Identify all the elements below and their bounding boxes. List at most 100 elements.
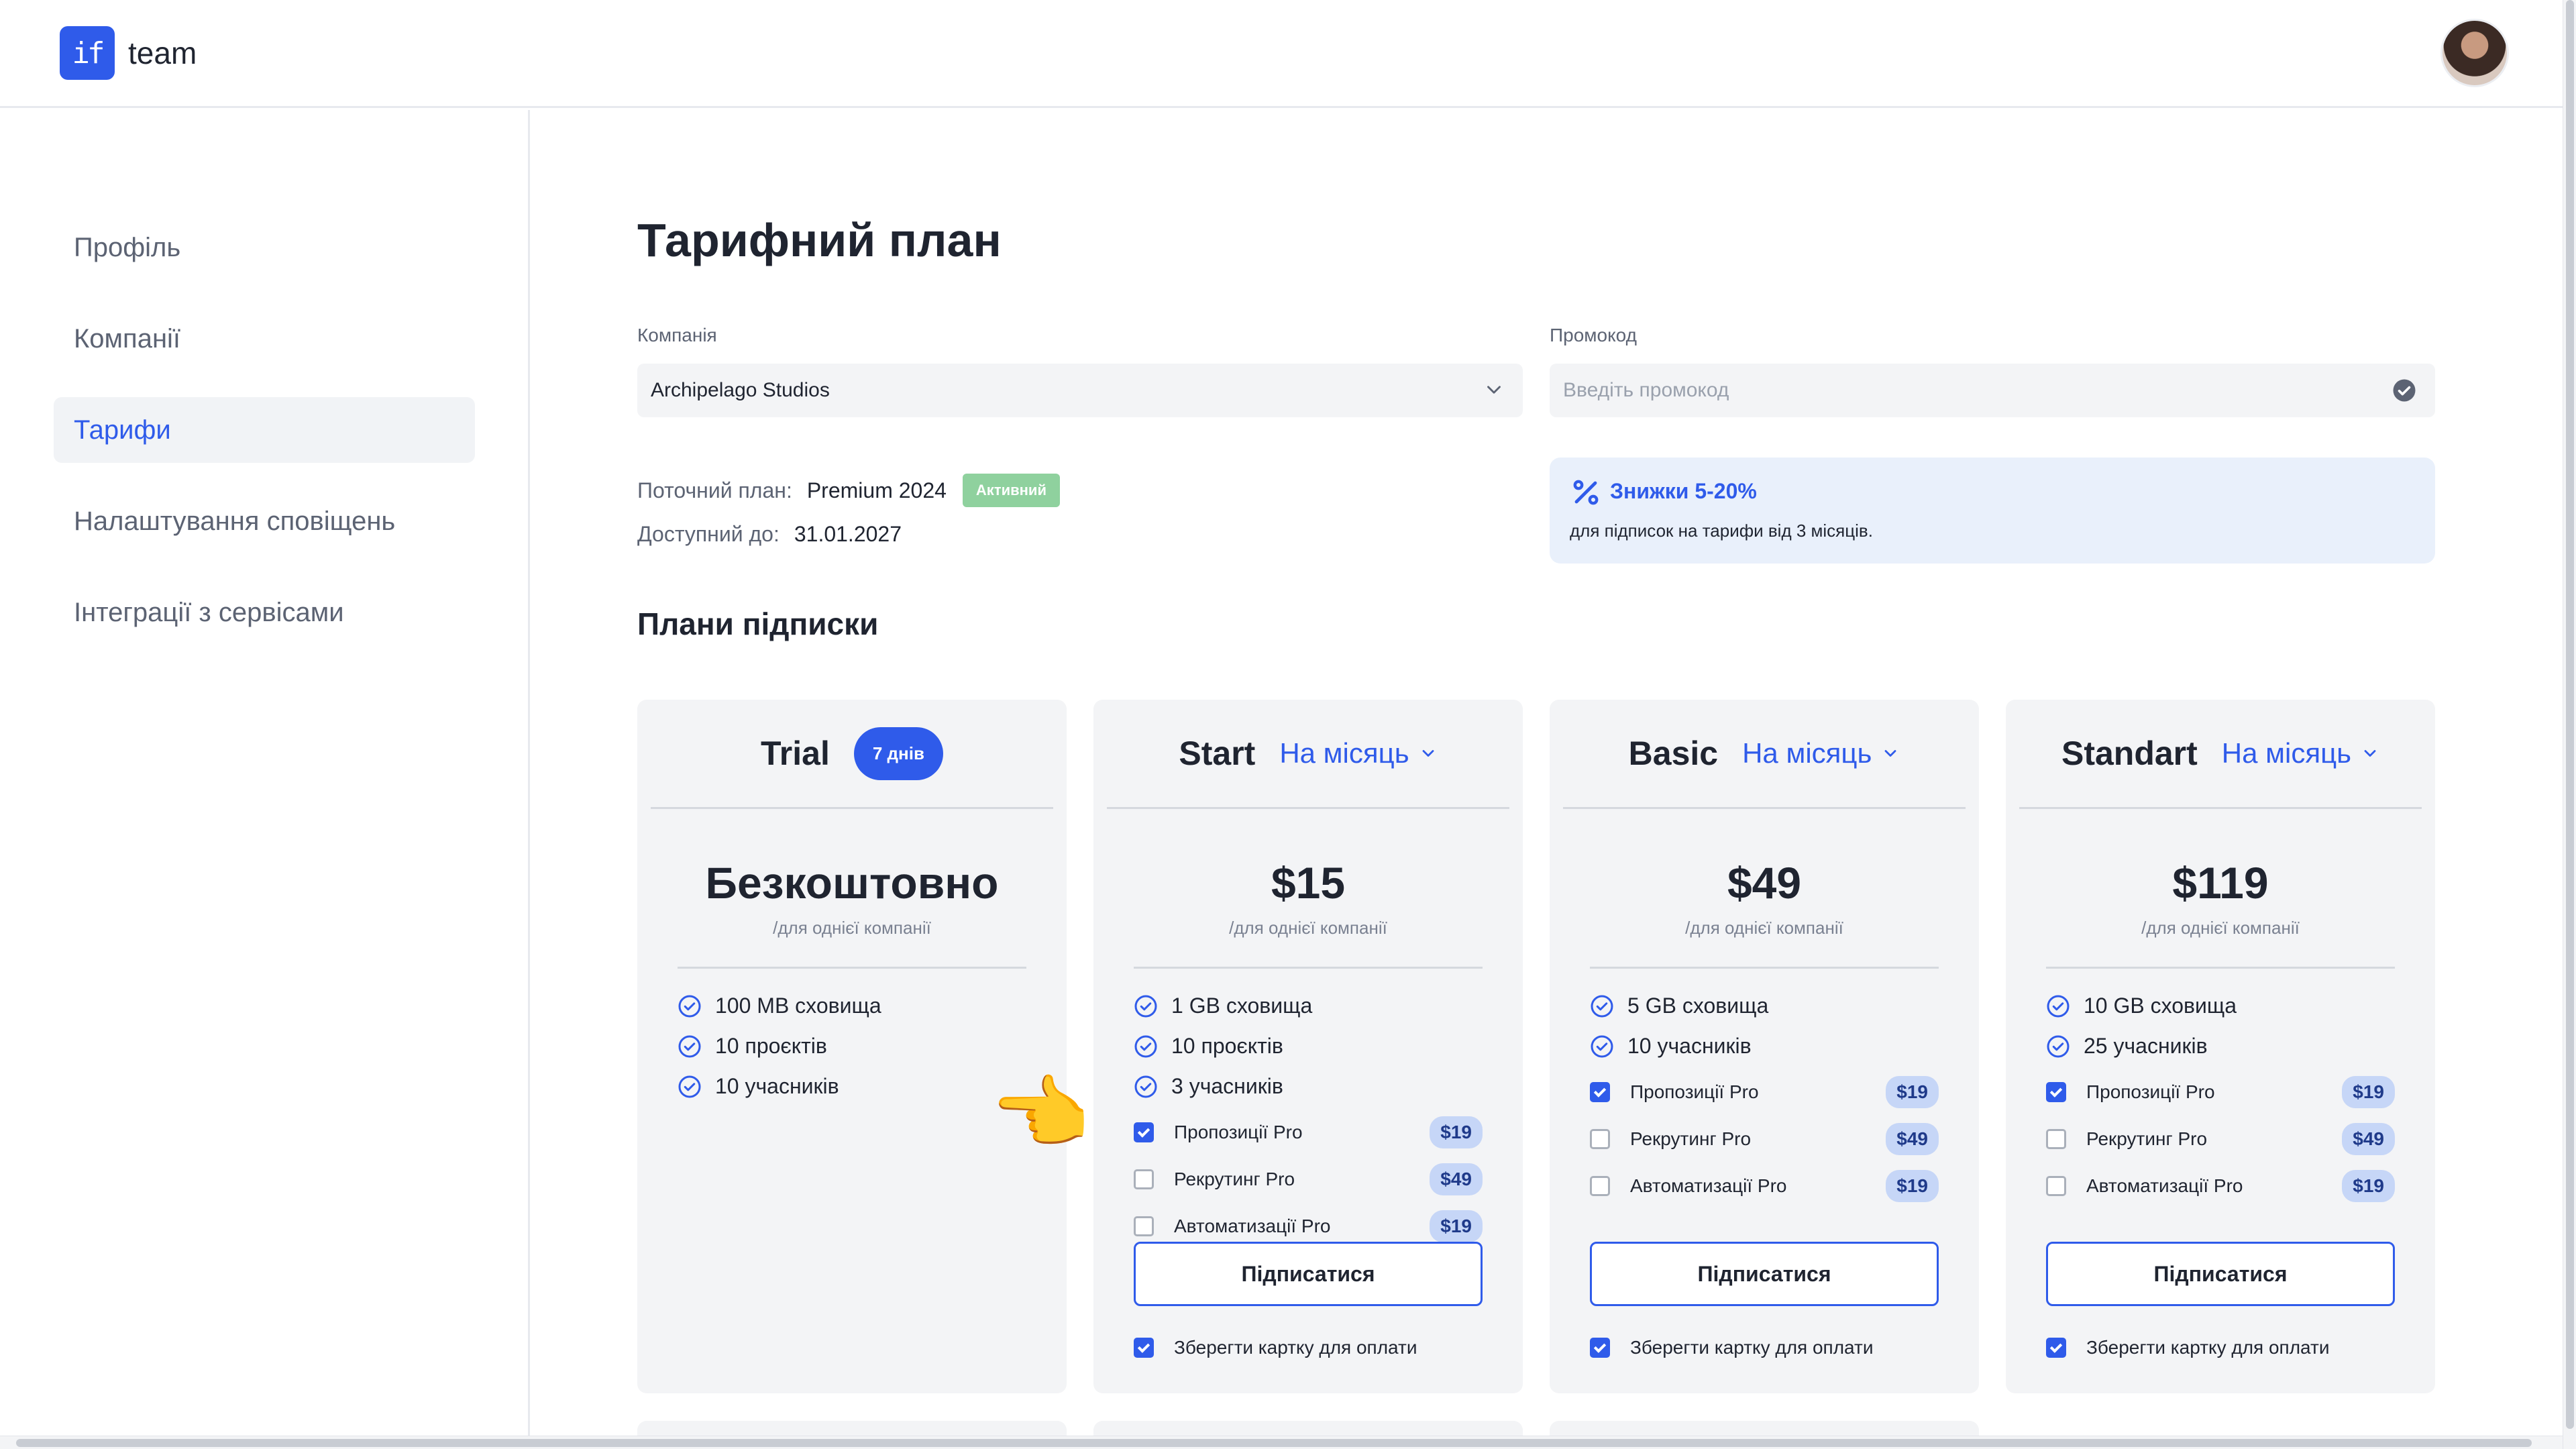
addon-label: Рекрутинг Pro [1630,1128,1752,1149]
plan-header: Start На місяць [1093,700,1523,807]
addon-row[interactable]: Автоматизації Pro $19 [2046,1169,2395,1203]
percent-icon [1573,480,1599,505]
feature-label: 10 учасників [1627,1034,1752,1058]
addon-row[interactable]: Автоматизації Pro $19 [1590,1169,1939,1203]
plan-per: /для однієї компанії [773,918,931,938]
addon-label: Автоматизації Pro [1630,1175,1787,1196]
feature-label: 100 MB сховища [715,994,881,1018]
feature-label: 1 GB сховища [1171,994,1313,1018]
company-select[interactable]: Archipelago Studios [637,364,1523,417]
discount-title: Знижки 5-20% [1610,479,1757,503]
subscribe-button[interactable]: Підписатися [1590,1242,1939,1306]
addon-checkbox[interactable] [1590,1176,1610,1196]
feature-label: 10 проєктів [1171,1034,1283,1058]
period-dropdown[interactable]: На місяць [2222,737,2379,769]
save-card-checkbox[interactable] [1134,1338,1154,1358]
addon-label: Пропозиції Pro [1174,1122,1303,1142]
period-dropdown[interactable]: На місяць [1742,737,1900,769]
save-card-checkbox[interactable] [1590,1338,1610,1358]
addon-row[interactable]: Рекрутинг Pro $49 [1134,1163,1483,1196]
addon-row[interactable]: Автоматизації Pro $19 [1134,1210,1483,1243]
check-circle-icon [1134,995,1157,1017]
plan-price: $49 [1727,858,1802,908]
addon-label: Автоматизації Pro [1174,1216,1331,1236]
addon-row[interactable]: Рекрутинг Pro $49 [2046,1122,2395,1156]
sidebar-item-integrations[interactable]: Інтеграції з сервісами [54,580,475,645]
avatar[interactable] [2440,19,2509,87]
vertical-scrollbar[interactable] [2563,0,2576,1449]
discount-description: для підписок на тарифи від 3 місяців. [1570,521,1873,541]
scrollbar-thumb[interactable] [2566,0,2574,1429]
sidebar-item-notifications[interactable]: Налаштування сповіщень [54,488,475,554]
page-title: Тарифний план [637,214,1002,266]
feature-label: 10 учасників [715,1074,839,1098]
check-circle-icon [1591,995,1613,1017]
logo[interactable]: if team [60,26,197,80]
addon-checkbox[interactable] [2046,1176,2066,1196]
save-card-label: Зберегти картку для оплати [1174,1337,1417,1358]
addon-row[interactable]: Пропозиції Pro $19 [1134,1116,1483,1149]
addon-row[interactable]: Пропозиції Pro $19 [2046,1075,2395,1109]
addon-price-badge: $49 [1430,1163,1483,1195]
addon-price-badge: $19 [2342,1076,2395,1108]
feature-item: 10 учасників [1590,1034,1752,1059]
plan-name: Standart [2061,735,2198,772]
period-dropdown[interactable]: На місяць [1279,737,1437,769]
check-circle-icon [1134,1075,1157,1097]
divider [2019,807,2422,809]
sidebar-item-tariffs[interactable]: Тарифи [54,397,475,463]
save-card-option[interactable]: Зберегти картку для оплати [2046,1337,2329,1358]
addon-label: Автоматизації Pro [2086,1175,2243,1196]
check-circle-icon[interactable] [2392,378,2416,402]
plan-card-trial: Trial 7 днів Безкоштовно /для однієї ком… [637,700,1067,1393]
sidebar-item-companies[interactable]: Компанії [54,306,475,372]
plan-price: $15 [1271,858,1346,908]
save-card-option[interactable]: Зберегти картку для оплати [1134,1337,1417,1358]
addon-row[interactable]: Пропозиції Pro $19 [1590,1075,1939,1109]
promo-placeholder: Введіть промокод [1563,379,1729,401]
subscribe-button[interactable]: Підписатися [2046,1242,2395,1306]
addon-checkbox[interactable] [2046,1082,2066,1102]
addon-price-badge: $49 [2342,1123,2395,1155]
scrollbar-thumb[interactable] [16,1439,2532,1447]
plan-card-start: Start На місяць $15 /для однієї компанії… [1093,700,1523,1393]
addon-checkbox[interactable] [1134,1122,1154,1142]
addon-checkbox[interactable] [1134,1169,1154,1189]
divider [2046,967,2395,969]
promo-label: Промокод [1550,325,1637,345]
period-label: На місяць [1279,737,1409,769]
addon-label: Пропозиції Pro [1630,1081,1759,1102]
feature-item: 25 учасників [2046,1034,2208,1059]
plan-header: Trial 7 днів [637,700,1067,807]
addon-price-badge: $19 [1430,1116,1483,1148]
addon-label: Рекрутинг Pro [1174,1169,1295,1189]
save-card-checkbox[interactable] [2046,1338,2066,1358]
check-circle-icon [678,1075,701,1097]
addon-price-badge: $19 [1430,1210,1483,1242]
plan-header: Basic На місяць [1550,700,1979,807]
save-card-option[interactable]: Зберегти картку для оплати [1590,1337,1873,1358]
subscribe-button[interactable]: Підписатися [1134,1242,1483,1306]
feature-item: 10 учасників [678,1074,839,1099]
plan-price: $119 [2172,858,2269,908]
addon-checkbox[interactable] [1590,1129,1610,1149]
addon-checkbox[interactable] [2046,1129,2066,1149]
feature-label: 25 учасників [2084,1034,2208,1058]
current-plan-row: Поточний план: Premium 2024 Активний [637,474,1060,507]
promo-input[interactable]: Введіть промокод [1550,364,2435,417]
plan-per: /для однієї компанії [1229,918,1387,938]
period-label: На місяць [1742,737,1872,769]
feature-item: 10 проєктів [1134,1034,1283,1059]
addon-checkbox[interactable] [1590,1082,1610,1102]
company-select-value: Archipelago Studios [651,379,830,401]
check-circle-icon [2047,1035,2070,1057]
addon-checkbox[interactable] [1134,1216,1154,1236]
divider [1563,807,1966,809]
divider [1134,967,1483,969]
horizontal-scrollbar[interactable] [0,1436,2563,1449]
addon-label: Рекрутинг Pro [2086,1128,2208,1149]
addon-row[interactable]: Рекрутинг Pro $49 [1590,1122,1939,1156]
plan-card-basic: Basic На місяць $49 /для однієї компанії… [1550,700,1979,1393]
current-plan-label: Поточний план: [637,478,792,502]
sidebar-item-profile[interactable]: Профіль [54,215,475,280]
